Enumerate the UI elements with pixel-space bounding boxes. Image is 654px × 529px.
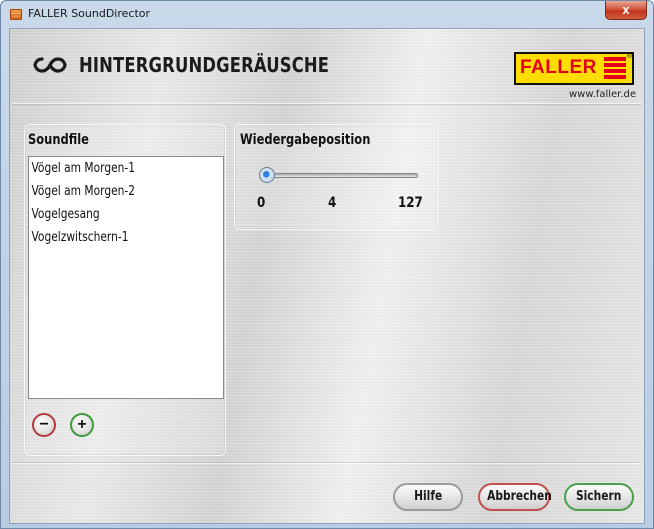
app-window: FALLER SoundDirector x HINTERGRUNDGERÄUS… — [0, 0, 654, 529]
app-icon — [10, 9, 22, 20]
slider-value-label: 4 — [328, 195, 337, 211]
add-sound-button[interactable]: + — [70, 413, 94, 437]
list-item[interactable]: Vogelgesang — [29, 203, 188, 226]
help-button-label: Hilfe — [413, 489, 443, 504]
client-area: HINTERGRUNDGERÄUSCHE FALLER ® www.faller… — [9, 28, 645, 524]
playback-position-slider-track[interactable] — [263, 173, 418, 178]
close-button[interactable]: x — [605, 1, 647, 20]
soundfile-group: Soundfile Vögel am Morgen-1 Vögel am Mor… — [24, 124, 226, 456]
save-button-label: Sichern — [576, 489, 622, 504]
help-button[interactable]: Hilfe — [393, 483, 463, 511]
cancel-button[interactable]: Abbrechen — [478, 483, 552, 511]
faller-logo: FALLER ® — [514, 52, 634, 85]
loop-icon — [33, 57, 67, 73]
window-title: FALLER SoundDirector — [28, 7, 151, 20]
playback-position-label: Wiedergabeposition — [240, 132, 371, 148]
slider-min-label: 0 — [257, 195, 266, 211]
remove-sound-button[interactable]: − — [32, 413, 56, 437]
soundfile-list[interactable]: Vögel am Morgen-1 Vögel am Morgen-2 Voge… — [28, 156, 224, 399]
cancel-button-label: Abbrechen — [487, 489, 552, 504]
list-item[interactable]: Vogelzwitschern-1 — [29, 226, 188, 249]
button-bar: Hilfe Abbrechen Sichern — [12, 462, 642, 520]
list-item[interactable]: Vögel am Morgen-2 — [29, 180, 188, 203]
title-bar[interactable]: FALLER SoundDirector x — [1, 1, 653, 27]
playback-position-group: Wiedergabeposition 0 4 127 — [234, 124, 438, 230]
soundfile-label: Soundfile — [28, 132, 89, 148]
logo-stripes-icon — [604, 57, 626, 80]
list-item[interactable]: Vögel am Morgen-1 — [29, 157, 188, 180]
playback-position-slider-thumb[interactable] — [259, 167, 275, 183]
page-title: HINTERGRUNDGERÄUSCHE — [79, 53, 330, 77]
slider-max-label: 127 — [398, 195, 423, 211]
logo-registered-mark: ® — [626, 53, 632, 60]
logo-text: FALLER — [520, 57, 597, 78]
save-button[interactable]: Sichern — [564, 483, 634, 511]
header-panel: HINTERGRUNDGERÄUSCHE FALLER ® www.faller… — [12, 31, 642, 104]
website-link: www.faller.de — [569, 89, 637, 100]
